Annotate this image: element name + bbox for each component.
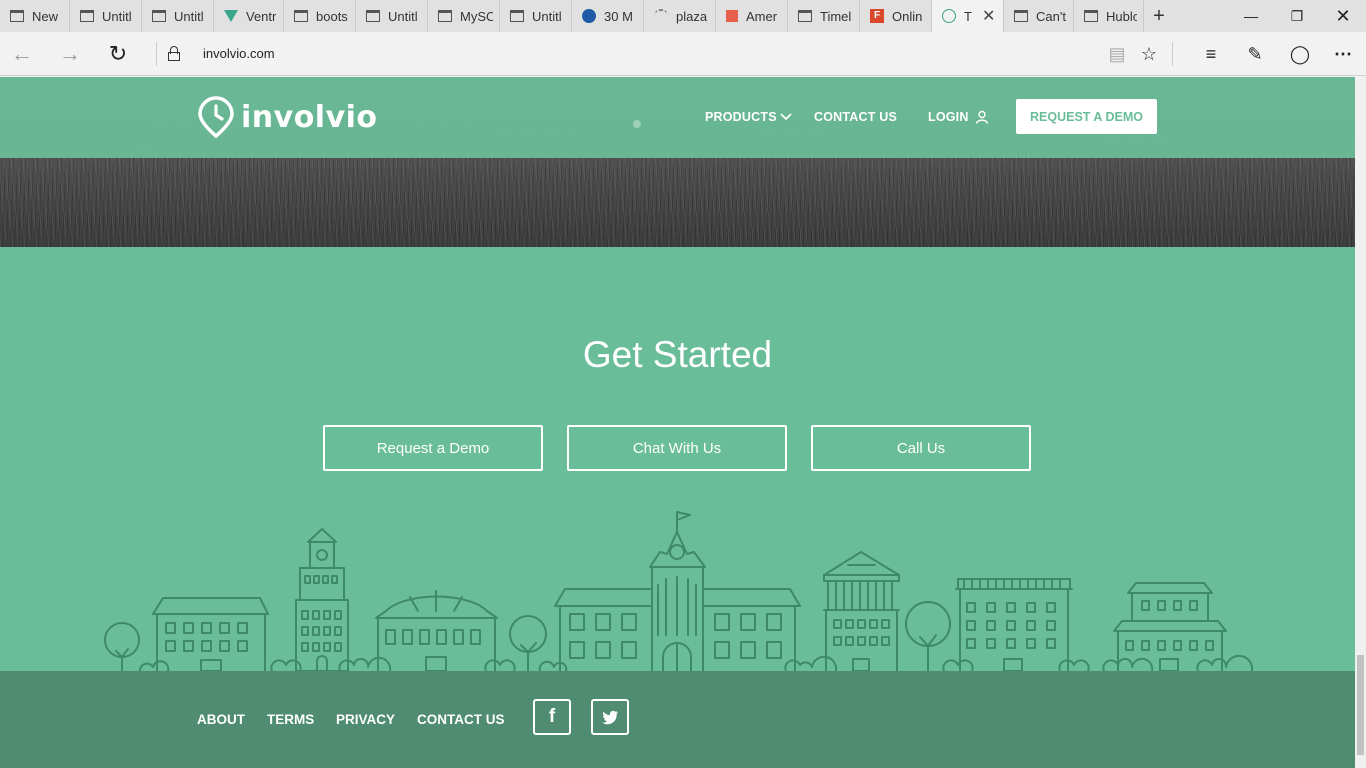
browser-tab[interactable]: Untitl: [70, 0, 142, 32]
tab-label: plaza: [676, 8, 708, 24]
tab-label: T: [964, 8, 972, 24]
involvio-logo[interactable]: involvio: [197, 96, 378, 138]
tab-close-icon[interactable]: ✕: [982, 6, 995, 26]
browser-tab[interactable]: Can't: [1004, 0, 1074, 32]
minimize-button[interactable]: —: [1228, 0, 1274, 32]
twitter-icon[interactable]: [591, 699, 629, 735]
get-started-title: Get Started: [582, 334, 773, 375]
back-button[interactable]: ←: [2, 32, 42, 76]
page-icon: [438, 10, 452, 22]
browser-tab[interactable]: boots: [284, 0, 356, 32]
nav-login[interactable]: LOGIN: [928, 110, 989, 124]
web-page: involvio PRODUCTS CONTACT US LOGIN REQUE…: [0, 77, 1355, 768]
browser-tab[interactable]: F Onlin: [860, 0, 932, 32]
browser-tab[interactable]: Ventr: [214, 0, 284, 32]
tab-label: Timel: [820, 8, 852, 24]
page-icon: [1014, 10, 1028, 22]
refresh-button[interactable]: ↻: [98, 32, 138, 76]
user-icon: [975, 110, 988, 124]
address-bar: ← → ↻ involvio.com ▤ ☆ ≡ ✎ ◯ ⋯: [0, 32, 1366, 76]
tab-label: Untitl: [532, 8, 562, 24]
carousel-dot[interactable]: [633, 120, 641, 128]
logo-text: involvio: [241, 99, 378, 135]
tab-label: New: [32, 8, 59, 24]
scrollbar-thumb[interactable]: [1357, 655, 1364, 755]
page-icon: [10, 10, 24, 22]
browser-tab[interactable]: MySC: [428, 0, 500, 32]
browser-tab[interactable]: Amer: [716, 0, 788, 32]
restore-button[interactable]: ❐: [1274, 0, 1320, 32]
page-icon: [798, 10, 812, 22]
tab-label: boots: [316, 8, 348, 24]
url-field[interactable]: involvio.com: [203, 46, 275, 61]
f-icon: F: [870, 9, 884, 23]
chevron-down-icon: [780, 113, 792, 121]
favorite-star-icon[interactable]: ☆: [1129, 32, 1169, 76]
browser-tab[interactable]: Untitl: [356, 0, 428, 32]
footer-contact-link[interactable]: CONTACT US: [417, 712, 505, 727]
logo-pin-icon: [198, 96, 234, 138]
tab-label: 30 M: [604, 8, 633, 24]
city-skyline-illustration: [104, 511, 1254, 672]
share-icon[interactable]: ◯: [1280, 32, 1320, 76]
tab-label: Ventr: [246, 8, 277, 24]
new-tab-button[interactable]: +: [1144, 0, 1174, 32]
footer-about-link[interactable]: ABOUT: [197, 712, 245, 727]
tab-label: Amer: [746, 8, 778, 24]
window-close-button[interactable]: ✕: [1320, 0, 1366, 32]
tab-label: Can't: [1036, 8, 1066, 24]
browser-tab[interactable]: Untitl: [500, 0, 572, 32]
page-icon: [1084, 10, 1098, 22]
tab-label: MySC: [460, 8, 493, 24]
tab-label: Onlin: [892, 8, 923, 24]
call-us-button[interactable]: Call Us: [811, 425, 1031, 471]
footer-privacy-link[interactable]: PRIVACY: [336, 712, 395, 727]
browser-tab[interactable]: T ✕: [932, 0, 1004, 32]
browser-tab[interactable]: Hublo: [1074, 0, 1144, 32]
clock-icon: [942, 9, 956, 23]
nav-products-label: PRODUCTS: [705, 110, 777, 124]
nav-contact-us[interactable]: CONTACT US: [814, 110, 897, 124]
tab-strip: New Untitl Untitl Ventr boots Untitl MySC Untit…: [0, 0, 1366, 32]
tab-label: Hublo: [1106, 8, 1137, 24]
browser-tab[interactable]: 30 M: [572, 0, 644, 32]
chat-with-us-button[interactable]: Chat With Us: [567, 425, 787, 471]
page-icon: [80, 10, 94, 22]
page-icon: [366, 10, 380, 22]
browser-tab[interactable]: New: [0, 0, 70, 32]
request-a-demo-button[interactable]: Request a Demo: [323, 425, 543, 471]
browser-tab[interactable]: Timel: [788, 0, 860, 32]
forward-button[interactable]: →: [50, 32, 90, 76]
nav-login-label: LOGIN: [928, 110, 969, 124]
nav-products[interactable]: PRODUCTS: [705, 110, 792, 124]
page-icon: [294, 10, 308, 22]
page-icon: [510, 10, 524, 22]
browser-tab[interactable]: plaza: [644, 0, 716, 32]
page-icon: [152, 10, 166, 22]
facebook-icon[interactable]: f: [533, 699, 571, 735]
tab-label: Untitl: [388, 8, 418, 24]
tab-label: Untitl: [174, 8, 204, 24]
tab-label: Untitl: [102, 8, 132, 24]
red-square-icon: [726, 10, 738, 22]
hub-icon[interactable]: ≡: [1191, 32, 1231, 76]
browser-tab[interactable]: Untitl: [142, 0, 214, 32]
request-demo-button[interactable]: REQUEST A DEMO: [1016, 99, 1157, 134]
vue-icon: [224, 10, 238, 22]
blue-circle-icon: [582, 9, 596, 23]
lock-icon: [168, 46, 180, 61]
twitter-bird-icon: [602, 710, 618, 724]
loading-icon: [654, 9, 668, 23]
web-note-icon[interactable]: ✎: [1235, 32, 1275, 76]
footer-terms-link[interactable]: TERMS: [267, 712, 314, 727]
facebook-glyph: f: [548, 706, 556, 727]
site-footer: ABOUT TERMS PRIVACY CONTACT US f: [0, 671, 1355, 768]
page-scrollbar[interactable]: [1355, 77, 1366, 768]
site-header: involvio PRODUCTS CONTACT US LOGIN REQUE…: [0, 77, 1355, 158]
more-icon[interactable]: ⋯: [1323, 32, 1363, 76]
